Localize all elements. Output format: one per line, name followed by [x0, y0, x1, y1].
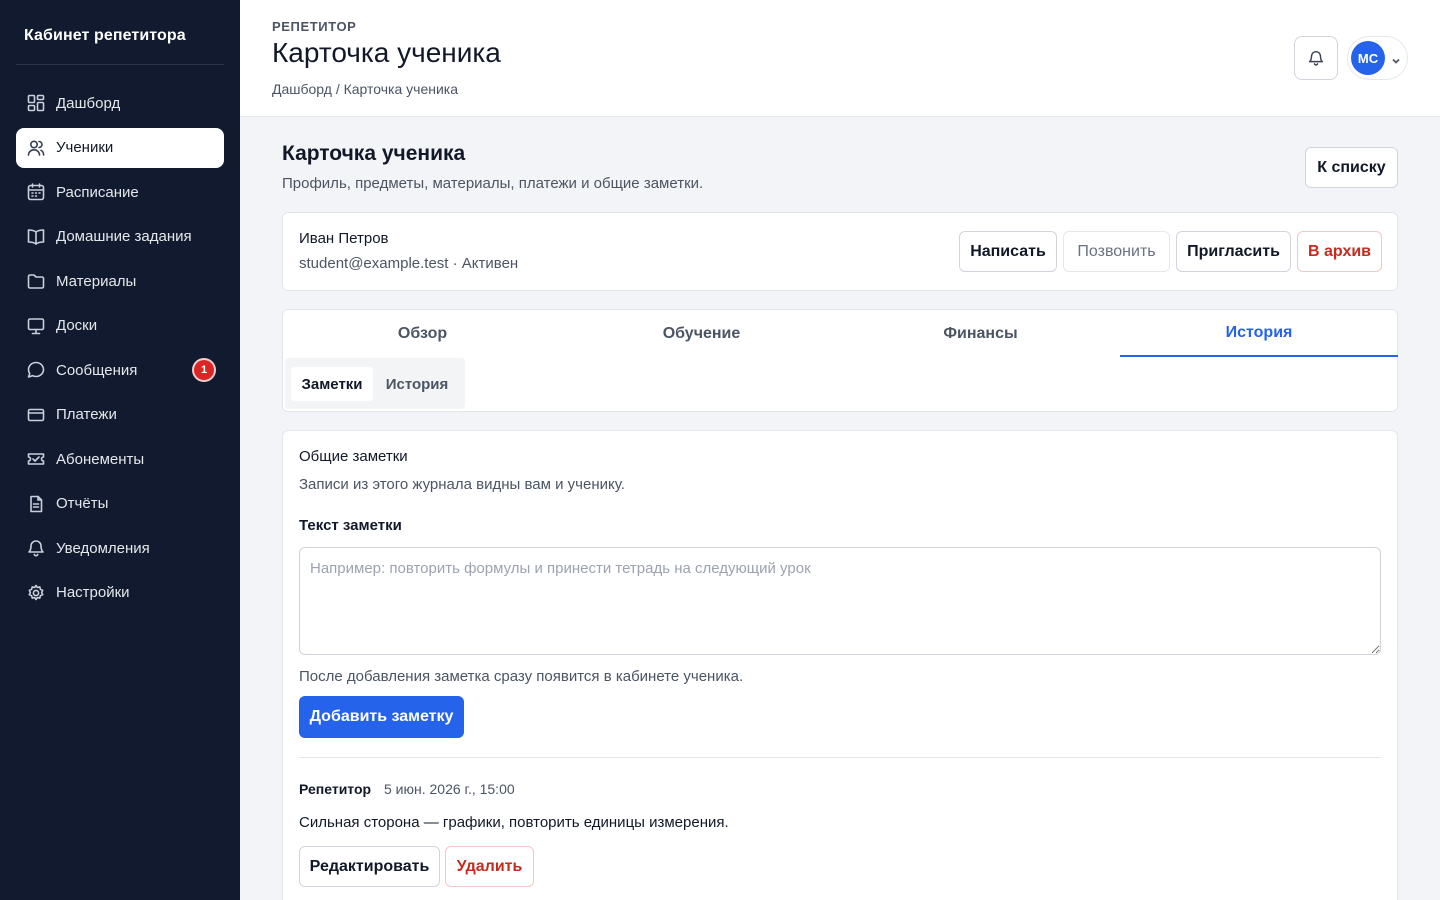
brand-title: Кабинет репетитора — [24, 27, 186, 44]
section-title: Карточка ученика — [282, 142, 466, 165]
sidebar-item-reports[interactable]: Отчёты — [16, 484, 224, 524]
sidebar-item-label: Доски — [56, 317, 98, 334]
sidebar-item-boards[interactable]: Доски — [16, 306, 224, 346]
sidebar-item-materials[interactable]: Материалы — [16, 261, 224, 301]
user-menu-button[interactable]: МС — [1347, 36, 1408, 80]
sidebar-item-label: Расписание — [56, 183, 139, 201]
report-icon — [26, 494, 46, 514]
page-header: РЕПЕТИТОР Карточка ученика Дашборд / Кар… — [240, 0, 1440, 117]
sidebar-item-label: Дашборд — [56, 94, 121, 112]
add-note-button[interactable]: Добавить заметку — [299, 696, 464, 738]
tabs-card: Обзор Обучение Финансы История Заметки И… — [282, 309, 1398, 412]
notes-subtitle: Записи из этого журнала видны вам и учен… — [299, 476, 625, 493]
student-card: Иван Петров student@example.test · Актив… — [282, 212, 1398, 291]
users-icon — [26, 138, 46, 158]
sidebar-item-schedule[interactable]: Расписание — [16, 172, 224, 212]
subtabs: Заметки История — [285, 358, 465, 409]
sidebar-item-label: Отчёты — [56, 495, 109, 512]
sidebar-item-payments[interactable]: Платежи — [16, 395, 224, 435]
breadcrumb: Дашборд / Карточка ученика — [272, 81, 459, 97]
sidebar-item-settings[interactable]: Настройки — [16, 573, 224, 613]
note-text: Сильная сторона — графики, повторить еди… — [299, 814, 729, 831]
role-label: РЕПЕТИТОР — [272, 19, 357, 34]
card-icon — [26, 405, 46, 425]
notes-title: Общие заметки — [299, 448, 408, 465]
subtab-notes[interactable]: Заметки — [291, 367, 373, 401]
archive-button[interactable]: В архив — [1297, 231, 1382, 272]
folder-icon — [26, 271, 46, 291]
sidebar-item-label: Сообщения — [56, 361, 138, 379]
tab-finance[interactable]: Финансы — [841, 310, 1120, 357]
tab-learning[interactable]: Обучение — [562, 310, 841, 357]
dashboard-icon — [26, 93, 46, 113]
sidebar-item-homework[interactable]: Домашние задания — [16, 217, 224, 257]
sidebar-item-notifications[interactable]: Уведомления — [16, 528, 224, 568]
note-text-label: Текст заметки — [299, 517, 402, 534]
sidebar-item-students[interactable]: Ученики — [16, 127, 224, 168]
tab-history[interactable]: История — [1120, 310, 1398, 357]
subtab-history[interactable]: История — [377, 367, 457, 401]
write-button[interactable]: Написать — [959, 231, 1057, 272]
sidebar-item-messages[interactable]: Сообщения 1 — [16, 350, 224, 390]
notes-divider — [299, 757, 1381, 758]
tab-overview[interactable]: Обзор — [283, 310, 562, 357]
invite-button[interactable]: Пригласить — [1176, 231, 1291, 272]
note-author: Репетитор — [299, 781, 372, 797]
sidebar-item-label: Настройки — [56, 584, 130, 601]
sidebar-item-label: Домашние задания — [56, 228, 192, 245]
notes-card: Общие заметки Записи из этого журнала ви… — [282, 430, 1398, 900]
back-to-list-button[interactable]: К списку — [1305, 147, 1398, 188]
notifications-button[interactable] — [1294, 36, 1338, 80]
sidebar-item-label: Абонементы — [56, 450, 145, 468]
sidebar-nav: Дашборд Ученики Расписание Домашние зада… — [16, 83, 224, 617]
edit-note-button[interactable]: Редактировать — [299, 846, 440, 887]
chevron-down-icon — [1391, 53, 1401, 64]
unread-badge: 1 — [194, 360, 214, 380]
sidebar-item-label: Материалы — [56, 272, 137, 290]
calendar-icon — [26, 182, 46, 202]
note-hint: После добавления заметка сразу появится … — [299, 668, 744, 685]
sidebar: Кабинет репетитора Дашборд Ученики Распи… — [0, 0, 240, 900]
avatar: МС — [1351, 41, 1385, 75]
student-name: Иван Петров — [299, 230, 389, 247]
delete-note-button[interactable]: Удалить — [445, 846, 534, 887]
sidebar-item-label: Уведомления — [56, 539, 150, 557]
gear-icon — [26, 583, 46, 603]
sidebar-item-label: Платежи — [56, 406, 117, 423]
sidebar-item-label: Ученики — [56, 139, 114, 156]
section-subtitle: Профиль, предметы, материалы, платежи и … — [282, 175, 704, 192]
student-meta: student@example.test · Активен — [299, 255, 519, 272]
bell-icon — [1307, 49, 1325, 67]
sidebar-item-subscriptions[interactable]: Абонементы — [16, 439, 224, 479]
call-button[interactable]: Позвонить — [1063, 231, 1170, 272]
note-text-input[interactable] — [299, 547, 1381, 655]
ticket-icon — [26, 449, 46, 469]
board-icon — [26, 316, 46, 336]
page-title: Карточка ученика — [272, 37, 501, 68]
sidebar-item-dashboard[interactable]: Дашборд — [16, 83, 224, 123]
book-icon — [26, 227, 46, 247]
chat-icon — [26, 360, 46, 380]
sidebar-divider — [16, 64, 224, 65]
bell-icon — [26, 538, 46, 558]
note-date: 5 июн. 2026 г., 15:00 — [384, 781, 515, 797]
